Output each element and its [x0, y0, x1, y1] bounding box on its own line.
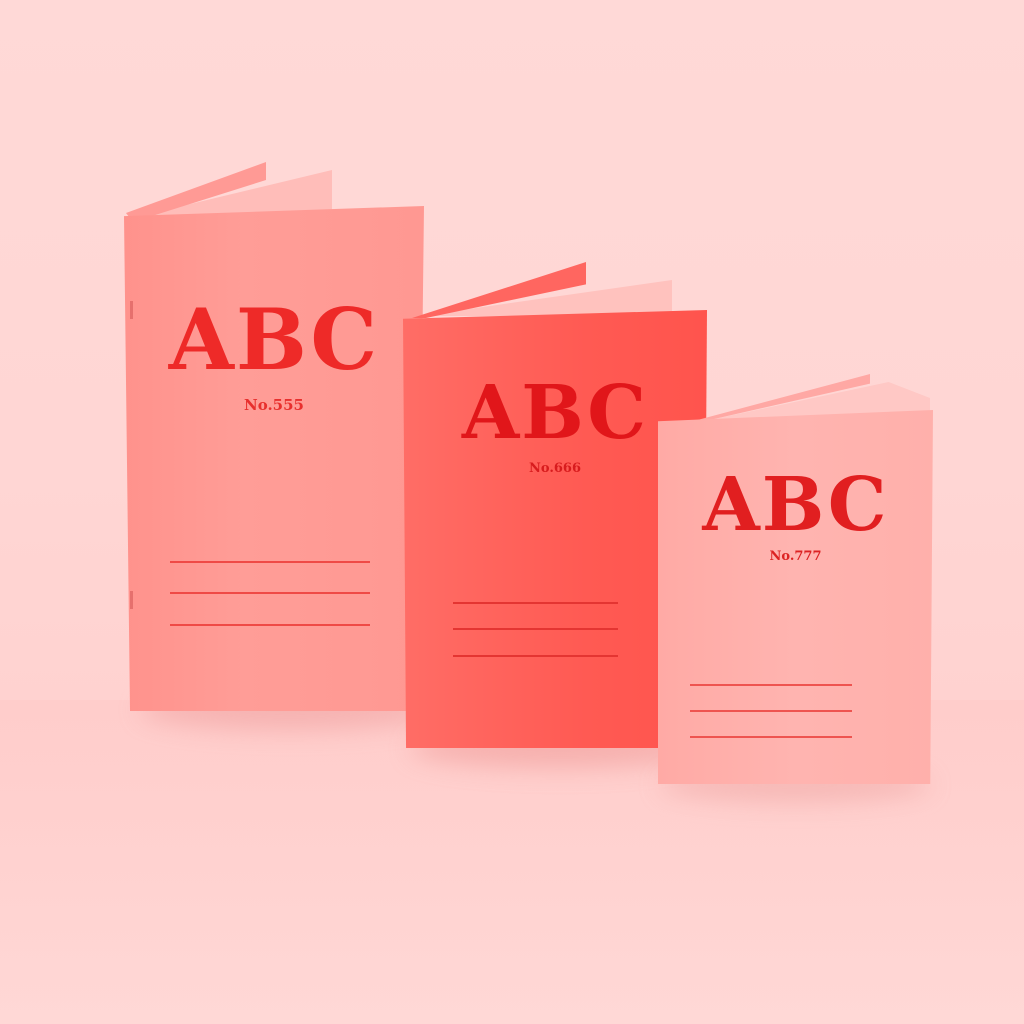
notebook-cover: ABC No.555: [124, 206, 424, 711]
notebook-number: No.777: [769, 549, 822, 564]
notebook-cover: ABC No.777: [658, 410, 933, 784]
writing-line: [690, 736, 852, 738]
writing-line: [690, 684, 852, 686]
notebook-title: ABC: [702, 462, 889, 548]
writing-line: [453, 602, 618, 604]
writing-line: [453, 655, 618, 657]
writing-line: [170, 592, 370, 594]
notebook-title: ABC: [168, 290, 380, 389]
staple: [130, 591, 133, 609]
notebook-number: No.555: [244, 396, 304, 414]
photo-scene: ABC No.555 ABC No.666 ABC No.777: [0, 0, 1024, 1024]
writing-line: [170, 624, 370, 626]
writing-line: [690, 710, 852, 712]
writing-line: [453, 628, 618, 630]
writing-line: [170, 561, 370, 563]
